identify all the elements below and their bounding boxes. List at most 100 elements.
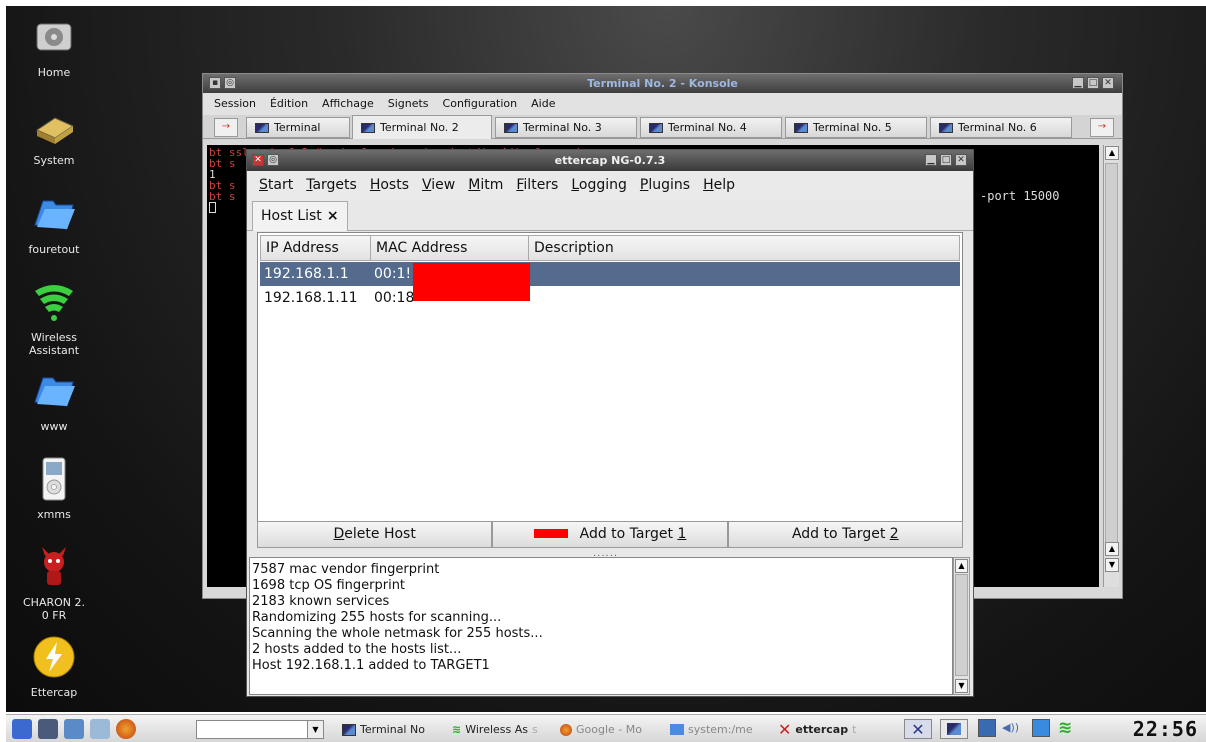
minimize-button[interactable]: ▁ — [1072, 77, 1084, 89]
task-wireless-assistant[interactable]: ≋ Wireless As s — [452, 721, 538, 738]
konsole-sticky-icon[interactable]: ◎ — [224, 77, 236, 89]
ettercap-sticky-icon[interactable]: ◎ — [267, 154, 279, 166]
tray-wireless-icon[interactable]: ≋ — [1058, 718, 1072, 738]
tools-icon[interactable] — [90, 718, 110, 739]
log-line: 1698 tcp OS fingerprint — [252, 578, 406, 593]
taskbar: ▼ Terminal No ≋ Wireless As s Google - Mo … — [6, 714, 1206, 742]
wireless-icon — [35, 285, 73, 321]
delete-host-button[interactable]: Delete Host — [257, 521, 493, 548]
close-button[interactable]: ✕ — [1102, 77, 1114, 89]
ipod-icon — [42, 457, 66, 501]
scroll-up-arrow-icon[interactable]: ▲ — [955, 559, 968, 573]
menu-filters[interactable]: Filters — [516, 171, 558, 199]
menu-view[interactable]: View — [422, 171, 455, 199]
ettercap-titlebar[interactable]: ✕ ◎ ettercap NG-0.7.3 ▁ □ ✕ — [247, 150, 973, 171]
column-description[interactable]: Description — [529, 236, 959, 260]
firefox-icon[interactable] — [116, 718, 136, 739]
desktop-icon-charon[interactable]: CHARON 2. 0 FR — [6, 544, 102, 622]
pager-desktop-1[interactable]: ✕ — [904, 719, 932, 739]
menu-affichage[interactable]: Affichage — [322, 93, 374, 115]
menu-start[interactable]: Start — [259, 171, 293, 199]
folder-icon — [670, 724, 684, 735]
minimize-button[interactable]: ▁ — [925, 154, 937, 166]
scroll-up-arrow-icon[interactable]: ▲ — [1105, 146, 1119, 160]
tab-terminal-2[interactable]: Terminal No. 2 — [352, 115, 492, 139]
terminal-cursor — [209, 202, 216, 213]
desktop-icon-www[interactable]: www — [6, 368, 102, 433]
desktop-icon-wireless-assistant[interactable]: Wireless Assistant — [6, 279, 102, 357]
maximize-button[interactable]: □ — [1087, 77, 1099, 89]
terminal-right-text: -port 15000 — [980, 189, 1060, 203]
task-ettercap[interactable]: ✕ ettercap t — [778, 721, 856, 738]
task-terminal[interactable]: Terminal No — [342, 721, 429, 738]
column-ip-address[interactable]: IP Address — [261, 236, 371, 260]
log-output[interactable]: 7587 mac vendor fingerprint 1698 tcp OS … — [249, 557, 953, 695]
folder-icon — [34, 200, 75, 230]
desktop-icon-xmms[interactable]: xmms — [6, 456, 102, 521]
menu-edition[interactable]: Édition — [270, 93, 308, 115]
desktop-icon-label: CHARON 2. 0 FR — [23, 596, 85, 622]
tray-screen-icon[interactable] — [978, 719, 996, 737]
desktop-icon-home[interactable]: Home — [6, 14, 102, 79]
tab-close-icon[interactable]: × — [327, 208, 339, 224]
add-to-target-2-button[interactable]: Add to Target 2 — [727, 521, 963, 548]
ettercap-close-icon[interactable]: ✕ — [252, 154, 264, 166]
terminal-icon — [939, 122, 953, 133]
scroll-down-arrow-icon[interactable]: ▼ — [955, 679, 968, 693]
konsole-titlebar[interactable]: ▪ ◎ Terminal No. 2 - Konsole ▁ □ ✕ — [203, 74, 1122, 93]
close-button[interactable]: ✕ — [955, 154, 967, 166]
host-ip: 192.168.1.11 — [264, 290, 358, 306]
menu-plugins[interactable]: Plugins — [640, 171, 690, 199]
column-mac-address[interactable]: MAC Address — [371, 236, 529, 260]
desktop-icon-fouretout[interactable]: fouretout — [6, 191, 102, 256]
scroll-down-arrow-icon[interactable]: ▼ — [1105, 558, 1119, 572]
task-system[interactable]: system:/me — [670, 721, 753, 738]
network-icon[interactable] — [64, 718, 84, 739]
host-row[interactable]: 192.168.1.11 00:18 — [260, 286, 960, 310]
menu-hosts[interactable]: Hosts — [370, 171, 409, 199]
clock[interactable]: 22:56 — [1133, 717, 1198, 741]
tab-terminal-3[interactable]: Terminal No. 3 — [495, 117, 637, 138]
host-row[interactable]: 192.168.1.1 00:1! — [260, 262, 960, 286]
menu-help[interactable]: Help — [703, 171, 735, 199]
close-session-button[interactable]: → — [1090, 118, 1114, 137]
konsole-scrollbar[interactable]: ▲ ▲ ▼ — [1103, 145, 1119, 587]
menu-signets[interactable]: Signets — [388, 93, 429, 115]
desktop-icon-system[interactable]: System — [6, 102, 102, 167]
log-line: Host 192.168.1.1 added to TARGET1 — [252, 658, 490, 673]
menu-session[interactable]: Session — [214, 93, 256, 115]
konsole-tabbar: → Terminal Terminal No. 2 Terminal No. 3… — [203, 115, 1122, 139]
taskbar-command-input[interactable]: ▼ — [196, 720, 324, 739]
terminal-launcher-icon[interactable] — [38, 718, 58, 739]
tab-terminal-6[interactable]: Terminal No. 6 — [930, 117, 1072, 138]
pager-desktop-2[interactable] — [940, 719, 968, 739]
tab-host-list[interactable]: Host List × — [252, 201, 348, 231]
scrollbar-thumb[interactable] — [955, 574, 968, 676]
add-to-target-1-button[interactable]: Add to Target 1 — [492, 521, 728, 548]
terminal-icon — [255, 122, 269, 133]
scroll-up-arrow-icon[interactable]: ▲ — [1105, 542, 1119, 556]
task-google[interactable]: Google - Mo — [560, 721, 642, 738]
new-session-button[interactable]: → — [214, 118, 238, 137]
tab-host-list-label: Host List — [261, 208, 322, 224]
menu-aide[interactable]: Aide — [531, 93, 555, 115]
host-table-header: IP Address MAC Address Description — [260, 235, 960, 261]
tab-terminal-4[interactable]: Terminal No. 4 — [640, 117, 782, 138]
scrollbar-thumb[interactable] — [1105, 163, 1118, 553]
kde-menu-icon[interactable] — [12, 718, 32, 739]
menu-mitm[interactable]: Mitm — [468, 171, 503, 199]
tab-terminal-5[interactable]: Terminal No. 5 — [785, 117, 927, 138]
desktop-icon-ettercap[interactable]: Ettercap — [6, 634, 102, 699]
maximize-button[interactable]: □ — [940, 154, 952, 166]
menu-logging[interactable]: Logging — [571, 171, 627, 199]
menu-configuration[interactable]: Configuration — [443, 93, 518, 115]
chevron-down-icon[interactable]: ▼ — [307, 721, 323, 738]
tab-terminal[interactable]: Terminal — [246, 117, 350, 138]
tray-volume-icon[interactable]: ◀)) — [1002, 721, 1019, 734]
ettercap-tabrow: Host List × — [247, 199, 973, 231]
konsole-window-menu-icon[interactable]: ▪ — [209, 77, 221, 89]
log-line: Scanning the whole netmask for 255 hosts… — [252, 626, 543, 641]
log-scrollbar[interactable]: ▲ ▼ — [953, 557, 970, 695]
menu-targets[interactable]: Targets — [306, 171, 357, 199]
tray-network-icon[interactable] — [1032, 719, 1050, 737]
